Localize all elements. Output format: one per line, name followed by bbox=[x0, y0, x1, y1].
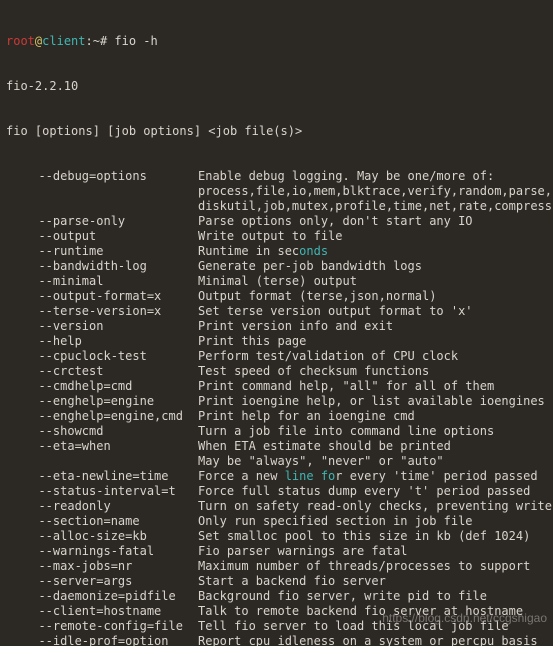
option-desc: Generate per-job bandwidth logs bbox=[198, 259, 422, 274]
option-row: --alloc-size=kbSet smalloc pool to this … bbox=[6, 529, 547, 544]
usage-line: fio [options] [job options] <job file(s)… bbox=[6, 124, 547, 139]
option-desc: Background fio server, write pid to file bbox=[198, 589, 487, 604]
option-flag: --daemonize=pidfile bbox=[6, 589, 198, 604]
option-desc: Parse options only, don't start any IO bbox=[198, 214, 473, 229]
option-flag: --alloc-size=kb bbox=[6, 529, 198, 544]
option-row: --max-jobs=nrMaximum number of threads/p… bbox=[6, 559, 547, 574]
option-desc: Force full status dump every 't' period … bbox=[198, 484, 530, 499]
option-flag: --readonly bbox=[6, 499, 198, 514]
option-flag: --server=args bbox=[6, 574, 198, 589]
option-desc: Print command help, "all" for all of the… bbox=[198, 379, 494, 394]
option-desc: Turn a job file into command line option… bbox=[198, 424, 494, 439]
option-row: --status-interval=tForce full status dum… bbox=[6, 484, 547, 499]
option-desc: Start a backend fio server bbox=[198, 574, 386, 589]
option-flag: --remote-config=file bbox=[6, 619, 198, 634]
option-row: --daemonize=pidfileBackground fio server… bbox=[6, 589, 547, 604]
option-flag: --cpuclock-test bbox=[6, 349, 198, 364]
option-flag: --idle-prof=option bbox=[6, 634, 198, 646]
option-desc: Output format (terse,json,normal) bbox=[198, 289, 436, 304]
option-desc: Runtime in seconds bbox=[198, 244, 328, 259]
option-desc: Report cpu idleness on a system or percp… bbox=[198, 634, 538, 646]
option-row: --eta=whenWhen ETA estimate should be pr… bbox=[6, 439, 547, 454]
option-row: --cmdhelp=cmdPrint command help, "all" f… bbox=[6, 379, 547, 394]
option-flag: --output-format=x bbox=[6, 289, 198, 304]
option-flag: --enghelp=engine bbox=[6, 394, 198, 409]
option-row: --output-format=xOutput format (terse,js… bbox=[6, 289, 547, 304]
option-desc: Perform test/validation of CPU clock bbox=[198, 349, 458, 364]
option-row: --server=argsStart a backend fio server bbox=[6, 574, 547, 589]
option-flag: --bandwidth-log bbox=[6, 259, 198, 274]
option-desc: Force a new line for every 'time' period… bbox=[198, 469, 538, 484]
option-row: --eta-newline=timeForce a new line for e… bbox=[6, 469, 547, 484]
option-desc: Print version info and exit bbox=[198, 319, 393, 334]
option-row: --section=nameOnly run specified section… bbox=[6, 514, 547, 529]
version-line: fio-2.2.10 bbox=[6, 79, 547, 94]
option-continuation: May be "always", "never" or "auto" bbox=[6, 454, 547, 469]
option-flag: --eta-newline=time bbox=[6, 469, 198, 484]
prompt-sep: :~# bbox=[86, 34, 115, 48]
option-row: --runtimeRuntime in seconds bbox=[6, 244, 547, 259]
option-flag: --minimal bbox=[6, 274, 198, 289]
option-desc: Only run specified section in job file bbox=[198, 514, 473, 529]
option-row: --helpPrint this page bbox=[6, 334, 547, 349]
option-desc: Fio parser warnings are fatal bbox=[198, 544, 408, 559]
command: fio -h bbox=[114, 34, 157, 48]
option-flag: --eta=when bbox=[6, 439, 198, 454]
option-continuation: diskutil,job,mutex,profile,time,net,rate… bbox=[6, 199, 547, 214]
option-row: --cpuclock-testPerform test/validation o… bbox=[6, 349, 547, 364]
option-desc: Set terse version output format to 'x' bbox=[198, 304, 473, 319]
terminal-output: root@client:~# fio -h fio-2.2.10 fio [op… bbox=[0, 0, 553, 646]
option-row: --enghelp=engine,cmdPrint help for an io… bbox=[6, 409, 547, 424]
option-flag: --section=name bbox=[6, 514, 198, 529]
option-flag: --enghelp=engine,cmd bbox=[6, 409, 198, 424]
prompt-user: root bbox=[6, 34, 35, 48]
option-desc: Test speed of checksum functions bbox=[198, 364, 429, 379]
option-flag: --crctest bbox=[6, 364, 198, 379]
option-flag: --runtime bbox=[6, 244, 198, 259]
option-row: --outputWrite output to file bbox=[6, 229, 547, 244]
option-row: --versionPrint version info and exit bbox=[6, 319, 547, 334]
option-flag: --parse-only bbox=[6, 214, 198, 229]
prompt-host: client bbox=[42, 34, 85, 48]
option-row: --debug=optionsEnable debug logging. May… bbox=[6, 169, 547, 184]
option-row: --enghelp=enginePrint ioengine help, or … bbox=[6, 394, 547, 409]
option-desc: Print ioengine help, or list available i… bbox=[198, 394, 545, 409]
option-row: --warnings-fatalFio parser warnings are … bbox=[6, 544, 547, 559]
option-desc: Write output to file bbox=[198, 229, 343, 244]
option-desc: Maximum number of threads/processes to s… bbox=[198, 559, 530, 574]
option-desc: Print this page bbox=[198, 334, 306, 349]
option-desc: Minimal (terse) output bbox=[198, 274, 357, 289]
prompt-line[interactable]: root@client:~# fio -h bbox=[6, 34, 547, 49]
option-flag: --terse-version=x bbox=[6, 304, 198, 319]
option-flag: --status-interval=t bbox=[6, 484, 198, 499]
option-flag: --warnings-fatal bbox=[6, 544, 198, 559]
option-row: --parse-onlyParse options only, don't st… bbox=[6, 214, 547, 229]
option-continuation: process,file,io,mem,blktrace,verify,rand… bbox=[6, 184, 547, 199]
option-flag: --cmdhelp=cmd bbox=[6, 379, 198, 394]
option-desc: Turn on safety read-only checks, prevent… bbox=[198, 499, 553, 514]
option-row: --showcmdTurn a job file into command li… bbox=[6, 424, 547, 439]
option-desc: Enable debug logging. May be one/more of… bbox=[198, 169, 494, 184]
option-row: --terse-version=xSet terse version outpu… bbox=[6, 304, 547, 319]
option-row: --bandwidth-logGenerate per-job bandwidt… bbox=[6, 259, 547, 274]
option-desc: Set smalloc pool to this size in kb (def… bbox=[198, 529, 530, 544]
option-flag: --debug=options bbox=[6, 169, 198, 184]
option-flag: --output bbox=[6, 229, 198, 244]
option-flag: --max-jobs=nr bbox=[6, 559, 198, 574]
option-flag: --client=hostname bbox=[6, 604, 198, 619]
option-flag: --version bbox=[6, 319, 198, 334]
option-flag: --help bbox=[6, 334, 198, 349]
option-desc: Print help for an ioengine cmd bbox=[198, 409, 415, 424]
option-flag: --showcmd bbox=[6, 424, 198, 439]
option-row: --crctestTest speed of checksum function… bbox=[6, 364, 547, 379]
option-row: --readonlyTurn on safety read-only check… bbox=[6, 499, 547, 514]
option-row: --minimalMinimal (terse) output bbox=[6, 274, 547, 289]
watermark: https://blog.csdn.net/ccgshigao bbox=[382, 611, 547, 626]
option-desc: When ETA estimate should be printed bbox=[198, 439, 451, 454]
option-row: --idle-prof=optionReport cpu idleness on… bbox=[6, 634, 547, 646]
